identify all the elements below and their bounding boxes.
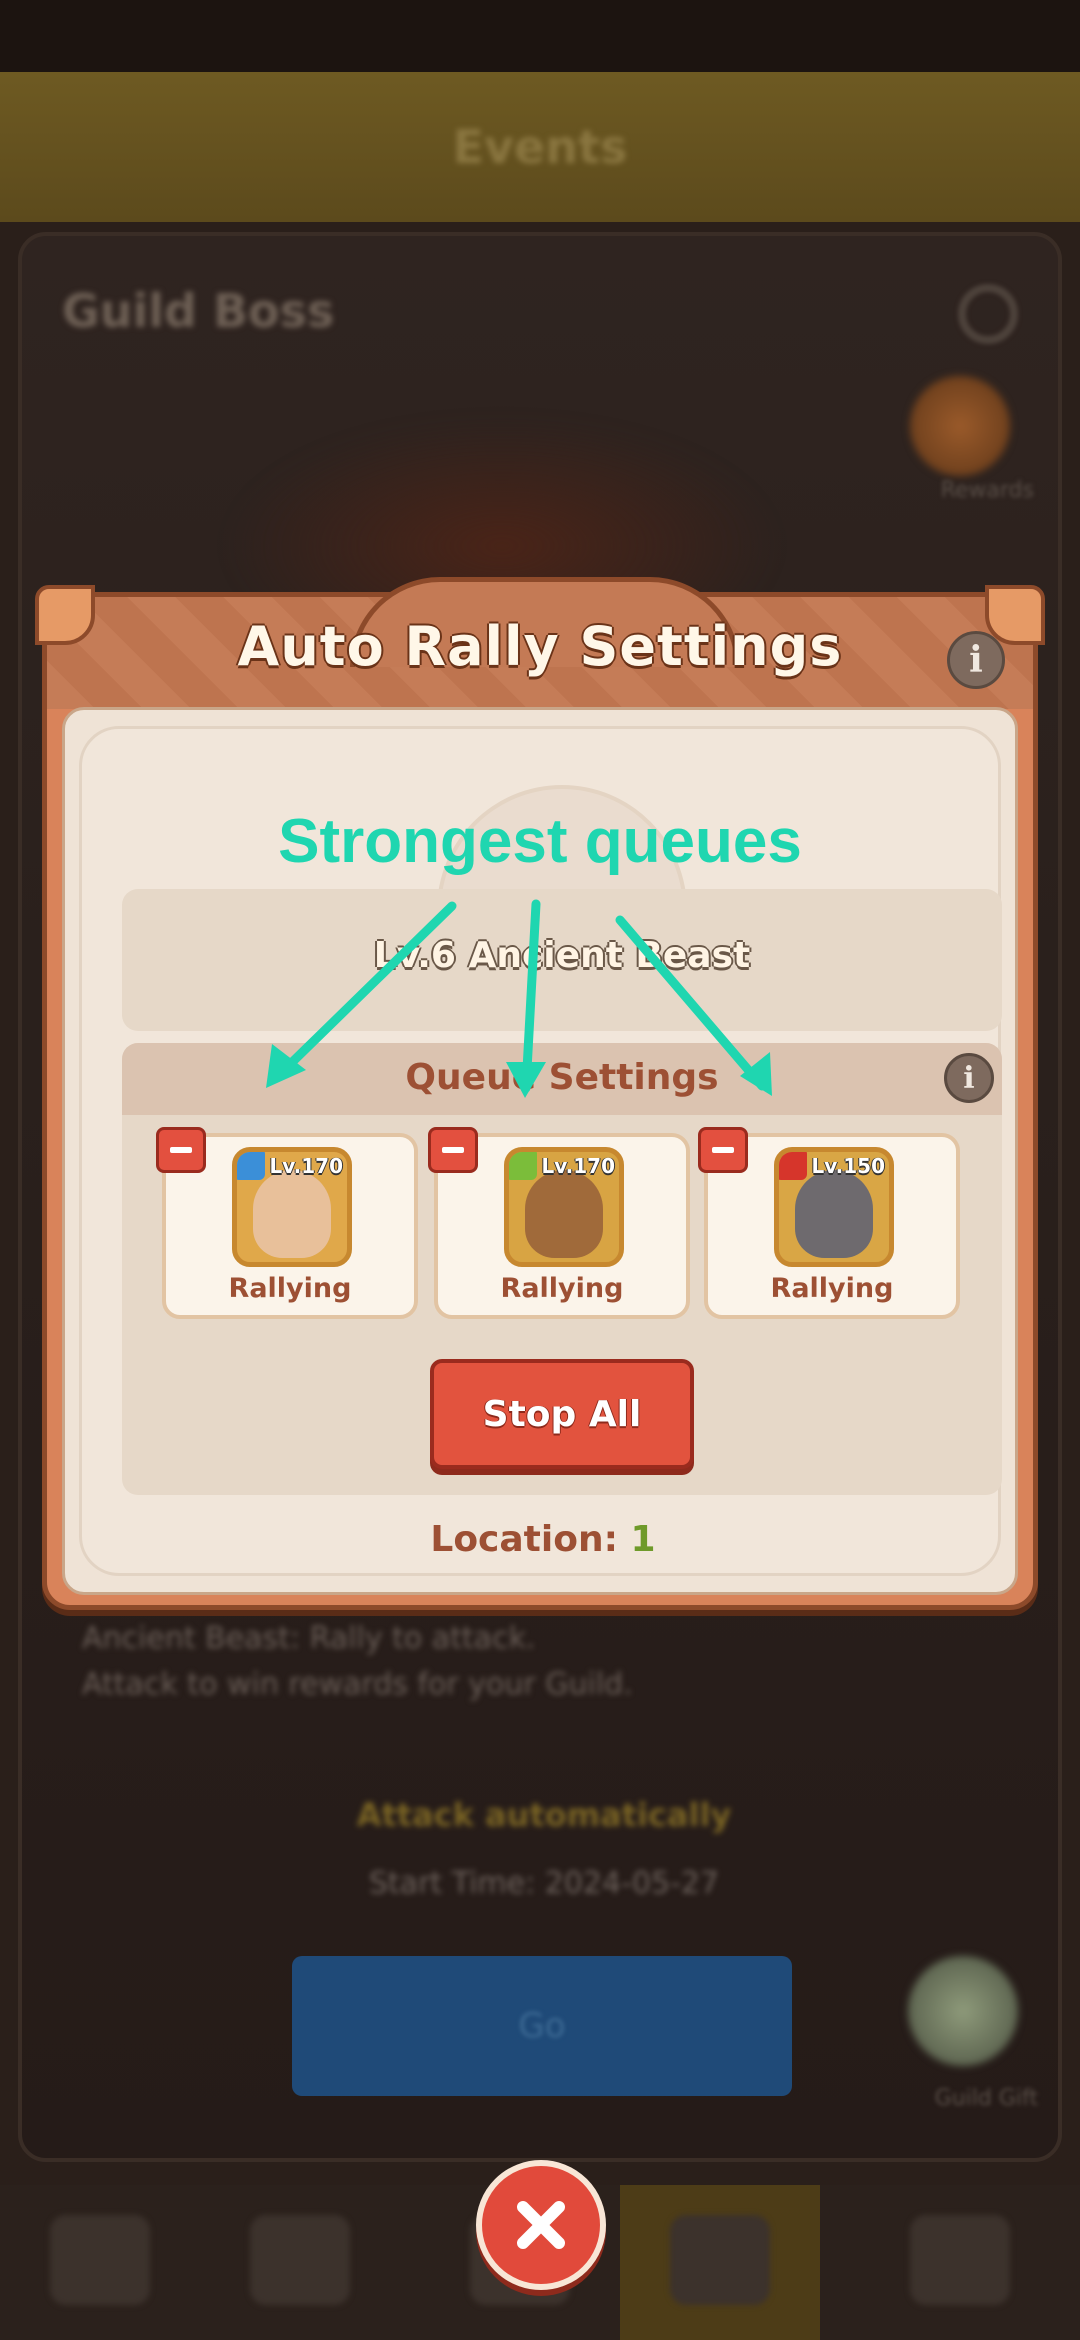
nav-tab (200, 2185, 400, 2340)
guild-gift-label: Guild Gift (934, 2086, 1038, 2111)
remove-queue-button[interactable] (698, 1127, 748, 1173)
nav-tab (0, 2185, 200, 2340)
hero-level: Lv.170 (269, 1154, 344, 1178)
shield-badge-icon (237, 1152, 265, 1180)
queue-status: Rallying (228, 1273, 352, 1304)
guild-gift-icon (908, 1956, 1018, 2066)
minus-icon (712, 1147, 734, 1153)
modal-title: Auto Rally Settings (237, 615, 843, 678)
flame-badge-icon (779, 1152, 807, 1180)
queue-info-icon[interactable]: i (944, 1053, 994, 1103)
stop-all-label: Stop All (482, 1393, 642, 1435)
guild-boss-title: Guild Boss (62, 284, 335, 338)
hero-level: Lv.150 (811, 1154, 886, 1178)
beast-card: Lv.6 Ancient Beast (122, 889, 1002, 1031)
auto-rally-settings-modal: Auto Rally Settings i Lv.6 Ancient Beast… (35, 577, 1045, 1610)
rewards-icon (910, 376, 1010, 476)
queue-settings-section: Queue Settings i Lv.170 Rallying Lv.170 … (122, 1043, 1002, 1495)
location-row: Location: 1 (82, 1519, 1004, 1560)
top-status-strip (0, 0, 1080, 72)
hero-face (525, 1170, 603, 1258)
boss-description: Ancient Beast: Rally to attack. Attack t… (82, 1616, 1002, 1708)
settings-gear-icon (958, 284, 1018, 344)
queue-status: Rallying (500, 1273, 624, 1304)
nav-tab-active (620, 2185, 820, 2340)
go-button-label: Go (518, 2006, 566, 2046)
start-time-text: Start Time: 2024-05-27 (368, 1866, 720, 1901)
location-label: Location: (430, 1519, 618, 1560)
queue-settings-title: Queue Settings (405, 1057, 719, 1098)
soldier-hero-icon: Lv.170 (232, 1147, 352, 1267)
events-header: Events (0, 72, 1080, 222)
queue-status: Rallying (770, 1273, 894, 1304)
remove-queue-button[interactable] (156, 1127, 206, 1173)
hero-level: Lv.170 (541, 1154, 616, 1178)
hero-face (795, 1170, 873, 1258)
nav-tab-icon (50, 2215, 150, 2305)
auto-rally-status-text: Attack automatically (356, 1796, 732, 1834)
beast-name: Lv.6 Ancient Beast (373, 935, 751, 976)
events-header-title: Events (452, 120, 628, 174)
boss-description-line: Attack to win rewards for your Guild. (82, 1667, 633, 1702)
leaf-badge-icon (509, 1152, 537, 1180)
nav-tab-icon (250, 2215, 350, 2305)
boar-beast-icon: Lv.150 (774, 1147, 894, 1267)
queue-slot[interactable]: Lv.170 Rallying (428, 1127, 690, 1319)
queue-slot[interactable]: Lv.150 Rallying (698, 1127, 960, 1319)
queue-settings-bar: Queue Settings i (122, 1043, 1002, 1115)
close-icon (517, 2201, 565, 2249)
close-button[interactable] (476, 2160, 606, 2290)
annotation-text: Strongest queues (278, 807, 802, 876)
queue-slot[interactable]: Lv.170 Rallying (156, 1127, 418, 1319)
remove-queue-button[interactable] (428, 1127, 478, 1173)
stop-all-button[interactable]: Stop All (430, 1359, 694, 1469)
tree-creature-icon: Lv.170 (504, 1147, 624, 1267)
boss-description-line: Ancient Beast: Rally to attack. (82, 1621, 536, 1656)
info-icon[interactable]: i (947, 631, 1005, 689)
hero-face (253, 1170, 331, 1258)
nav-tab-icon (670, 2215, 770, 2305)
go-button: Go (292, 1956, 792, 2096)
nav-tab-icon (910, 2215, 1010, 2305)
minus-icon (442, 1147, 464, 1153)
nav-tab (860, 2185, 1060, 2340)
rewards-label: Rewards (940, 478, 1034, 503)
minus-icon (170, 1147, 192, 1153)
location-value: 1 (630, 1519, 656, 1560)
